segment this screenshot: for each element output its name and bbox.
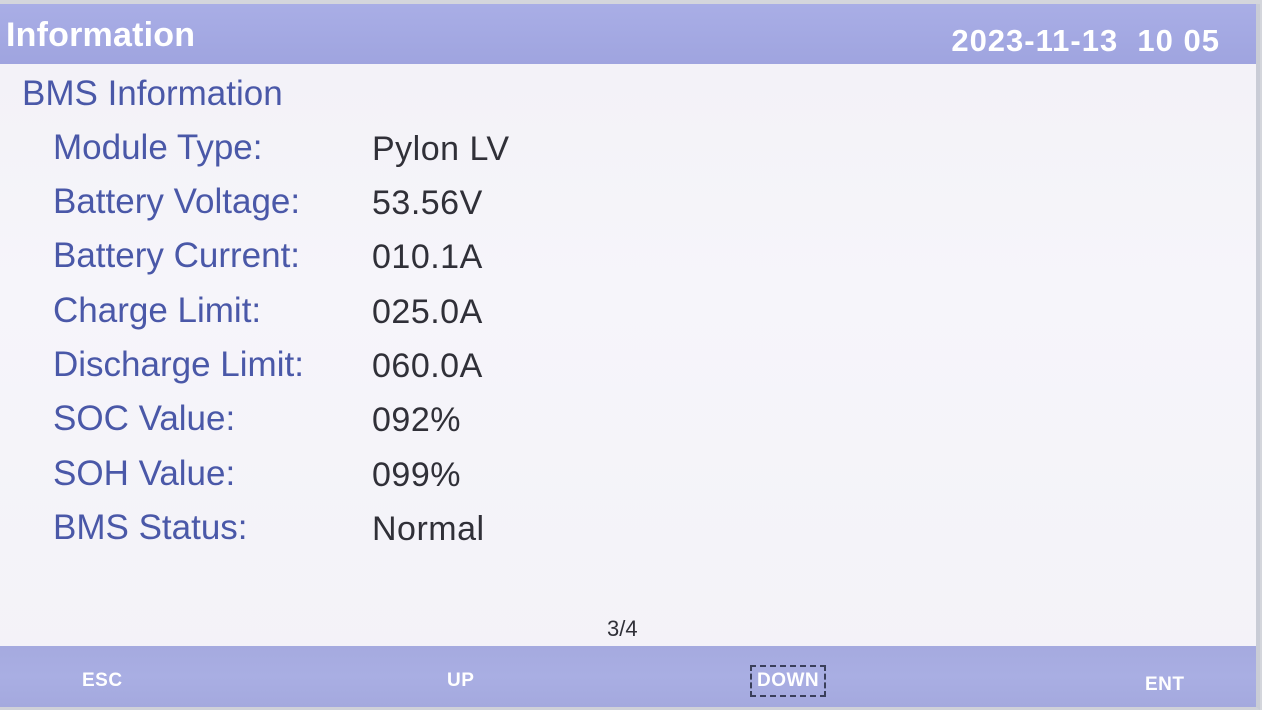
row-charge-limit: Charge Limit: 025.0A bbox=[0, 291, 900, 341]
lcd-screen: Information 2023-11-13 10 05 BMS Informa… bbox=[0, 4, 1260, 710]
ent-button[interactable]: ENT bbox=[1145, 674, 1185, 696]
row-battery-current: Battery Current: 010.1A bbox=[0, 236, 900, 286]
row-battery-voltage: Battery Voltage: 53.56V bbox=[0, 182, 900, 232]
discharge-limit-value: 060.0A bbox=[372, 347, 483, 385]
soc-value: 092% bbox=[372, 401, 461, 439]
esc-button[interactable]: ESC bbox=[82, 670, 123, 692]
row-discharge-limit: Discharge Limit: 060.0A bbox=[0, 345, 900, 395]
date-time: 2023-11-13 10 05 bbox=[951, 23, 1220, 58]
page-title: Information bbox=[6, 16, 196, 54]
bms-status-value: Normal bbox=[372, 510, 485, 548]
module-type-value: Pylon LV bbox=[372, 130, 510, 168]
row-bms-status: BMS Status: Normal bbox=[0, 508, 900, 558]
discharge-limit-label: Discharge Limit: bbox=[53, 345, 304, 384]
battery-current-value: 010.1A bbox=[372, 238, 483, 276]
battery-voltage-label: Battery Voltage: bbox=[53, 182, 301, 221]
soh-value: 099% bbox=[372, 456, 461, 494]
up-button[interactable]: UP bbox=[447, 670, 474, 692]
row-soc-value: SOC Value: 092% bbox=[0, 399, 900, 449]
down-button[interactable]: DOWN bbox=[750, 665, 827, 697]
bms-status-label: BMS Status: bbox=[53, 508, 248, 547]
title-bar: Information 2023-11-13 10 05 bbox=[0, 4, 1256, 64]
soh-value-label: SOH Value: bbox=[53, 454, 236, 493]
softkey-bar: ESC UP DOWN ENT bbox=[0, 646, 1256, 707]
charge-limit-value: 025.0A bbox=[372, 293, 483, 331]
page-indicator: 3/4 bbox=[607, 616, 638, 641]
battery-voltage-value: 53.56V bbox=[372, 184, 483, 222]
battery-current-label: Battery Current: bbox=[53, 236, 301, 275]
section-title: BMS Information bbox=[22, 74, 283, 113]
soc-value-label: SOC Value: bbox=[53, 399, 236, 438]
charge-limit-label: Charge Limit: bbox=[53, 291, 262, 330]
row-soh-value: SOH Value: 099% bbox=[0, 454, 900, 504]
module-type-label: Module Type: bbox=[53, 128, 263, 167]
row-module-type: Module Type: Pylon LV bbox=[0, 128, 900, 178]
